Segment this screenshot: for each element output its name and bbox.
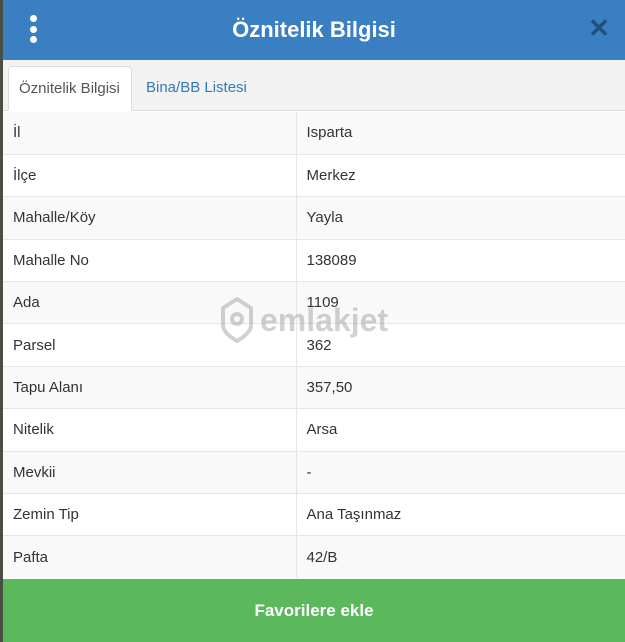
panel-header: Öznitelik Bilgisi ✕: [3, 0, 625, 60]
row-key: Mahalle No: [3, 238, 297, 282]
tab-attribute-info[interactable]: Öznitelik Bilgisi: [8, 66, 132, 111]
row-value: 42/B: [296, 535, 625, 579]
table-row: Nitelik Arsa: [3, 408, 625, 452]
table-row: İlçe Merkez: [3, 153, 625, 197]
row-value: -: [296, 450, 625, 494]
row-key: Zemin Tip: [3, 493, 297, 536]
table-row: Mahalle/Köy Yayla: [3, 196, 625, 240]
row-value: Arsa: [296, 408, 625, 452]
row-key: Nitelik: [3, 408, 297, 452]
row-key: İlçe: [3, 153, 297, 197]
row-key: İl: [3, 112, 297, 155]
table-row: Ada 1109: [3, 281, 625, 324]
row-value: Yayla: [296, 196, 625, 240]
row-key: Pafta: [3, 535, 297, 579]
table-row: İl Isparta: [3, 112, 625, 155]
table-row: Parsel 362: [3, 323, 625, 367]
panel-title: Öznitelik Bilgisi: [232, 17, 396, 42]
row-key: Ada: [3, 281, 297, 324]
add-to-favorites-button[interactable]: Favorilere ekle: [3, 579, 625, 642]
attribute-table: İl Isparta İlçe Merkez Mahalle/Köy Yayla…: [3, 112, 625, 579]
row-value: 1109: [296, 281, 625, 324]
row-key: Mahalle/Köy: [3, 196, 297, 240]
row-value: Isparta: [296, 112, 625, 155]
row-key: Parsel: [3, 323, 297, 367]
row-key: Tapu Alanı: [3, 365, 297, 409]
row-value: 138089: [296, 238, 625, 282]
row-value: 357,50: [296, 365, 625, 409]
vertical-ellipsis-icon[interactable]: [27, 15, 39, 43]
close-icon[interactable]: ✕: [587, 14, 611, 42]
table-row: Mevkii -: [3, 450, 625, 494]
table-row: Tapu Alanı 357,50: [3, 365, 625, 409]
row-value: Ana Taşınmaz: [296, 493, 625, 536]
tab-bar: Öznitelik Bilgisi Bina/BB Listesi: [3, 60, 625, 111]
row-value: Merkez: [296, 153, 625, 197]
table-row: Mahalle No 138089: [3, 238, 625, 282]
tab-building-list[interactable]: Bina/BB Listesi: [136, 66, 257, 111]
row-key: Mevkii: [3, 450, 297, 494]
row-value: 362: [296, 323, 625, 367]
table-row: Zemin Tip Ana Taşınmaz: [3, 493, 625, 536]
table-row: Pafta 42/B: [3, 535, 625, 579]
attribute-info-panel: Öznitelik Bilgisi ✕ Öznitelik Bilgisi Bi…: [3, 0, 625, 642]
